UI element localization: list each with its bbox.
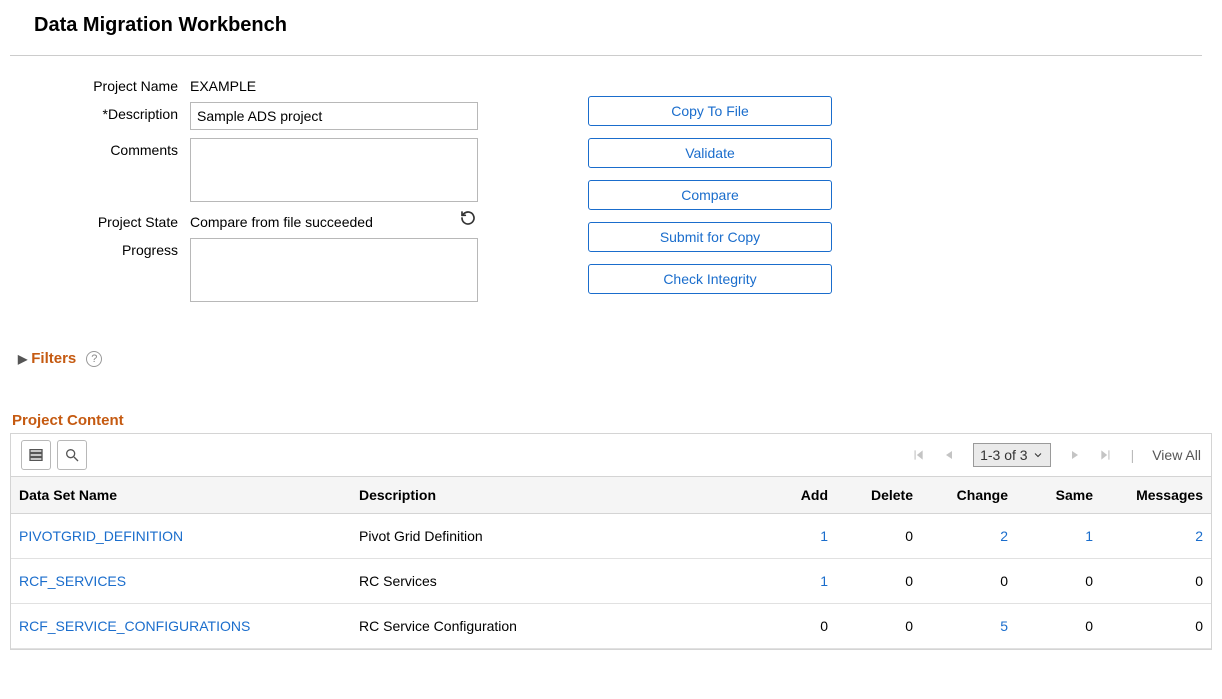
row-description: RC Services xyxy=(351,559,751,604)
progress-label: Progress xyxy=(10,238,190,258)
row-messages: 0 xyxy=(1101,604,1211,649)
divider xyxy=(10,55,1202,56)
row-change: 0 xyxy=(921,559,1016,604)
row-same: 0 xyxy=(1016,559,1101,604)
check-integrity-button[interactable]: Check Integrity xyxy=(588,264,832,294)
col-description[interactable]: Description xyxy=(351,477,751,514)
prev-page-icon[interactable] xyxy=(943,449,955,461)
row-delete: 0 xyxy=(836,559,921,604)
expand-icon: ▶ xyxy=(18,352,27,366)
grid-header-row: Data Set Name Description Add Delete Cha… xyxy=(11,477,1211,514)
toolbar-divider: | xyxy=(1131,447,1135,463)
project-state-value: Compare from file succeeded xyxy=(190,210,373,230)
project-name-label: Project Name xyxy=(10,74,190,94)
project-content-grid: 1-3 of 3 | View All Data Set Name xyxy=(10,433,1212,650)
data-set-name-link[interactable]: PIVOTGRID_DEFINITION xyxy=(19,528,183,544)
project-content-title: Project Content xyxy=(12,412,1212,429)
last-page-icon[interactable] xyxy=(1099,448,1113,462)
next-page-icon[interactable] xyxy=(1069,449,1081,461)
col-delete[interactable]: Delete xyxy=(836,477,921,514)
personalize-icon[interactable] xyxy=(21,440,51,470)
validate-button[interactable]: Validate xyxy=(588,138,832,168)
view-all-link[interactable]: View All xyxy=(1152,447,1201,463)
submit-for-copy-button[interactable]: Submit for Copy xyxy=(588,222,832,252)
description-label: *Description xyxy=(10,102,190,122)
project-name-value: EXAMPLE xyxy=(190,74,256,94)
row-same[interactable]: 1 xyxy=(1085,528,1093,544)
description-input[interactable] xyxy=(190,102,478,130)
first-page-icon[interactable] xyxy=(911,448,925,462)
row-messages[interactable]: 2 xyxy=(1195,528,1203,544)
col-messages[interactable]: Messages xyxy=(1101,477,1211,514)
search-icon[interactable] xyxy=(57,440,87,470)
compare-button[interactable]: Compare xyxy=(588,180,832,210)
row-same: 0 xyxy=(1016,604,1101,649)
chevron-down-icon xyxy=(1032,449,1044,461)
row-delete: 0 xyxy=(836,604,921,649)
row-add: 0 xyxy=(751,604,836,649)
row-add[interactable]: 1 xyxy=(820,528,828,544)
copy-to-file-button[interactable]: Copy To File xyxy=(588,96,832,126)
data-set-name-link[interactable]: RCF_SERVICE_CONFIGURATIONS xyxy=(19,618,250,634)
comments-input[interactable] xyxy=(190,138,478,202)
comments-label: Comments xyxy=(10,138,190,158)
data-set-name-link[interactable]: RCF_SERVICES xyxy=(19,573,126,589)
page-title: Data Migration Workbench xyxy=(34,14,1212,37)
row-description: RC Service Configuration xyxy=(351,604,751,649)
row-change[interactable]: 5 xyxy=(1000,618,1008,634)
refresh-icon[interactable] xyxy=(460,210,476,229)
project-state-label: Project State xyxy=(10,210,190,230)
row-add[interactable]: 1 xyxy=(820,573,828,589)
range-selector[interactable]: 1-3 of 3 xyxy=(973,443,1050,467)
row-description: Pivot Grid Definition xyxy=(351,514,751,559)
filters-label: Filters xyxy=(31,350,76,367)
help-icon[interactable]: ? xyxy=(86,351,102,367)
table-row: RCF_SERVICESRC Services10000 xyxy=(11,559,1211,604)
filters-toggle[interactable]: ▶ Filters xyxy=(18,350,76,367)
row-change[interactable]: 2 xyxy=(1000,528,1008,544)
col-add[interactable]: Add xyxy=(751,477,836,514)
table-row: PIVOTGRID_DEFINITION Pivot Grid Definitio… xyxy=(11,514,1211,559)
table-row: RCF_SERVICE_CONFIGURATIONS RC Service Con… xyxy=(11,604,1211,649)
row-delete: 0 xyxy=(836,514,921,559)
col-change[interactable]: Change xyxy=(921,477,1016,514)
col-same[interactable]: Same xyxy=(1016,477,1101,514)
range-label: 1-3 of 3 xyxy=(980,447,1027,463)
progress-input[interactable] xyxy=(190,238,478,302)
col-data-set-name[interactable]: Data Set Name xyxy=(11,477,351,514)
row-messages: 0 xyxy=(1101,559,1211,604)
